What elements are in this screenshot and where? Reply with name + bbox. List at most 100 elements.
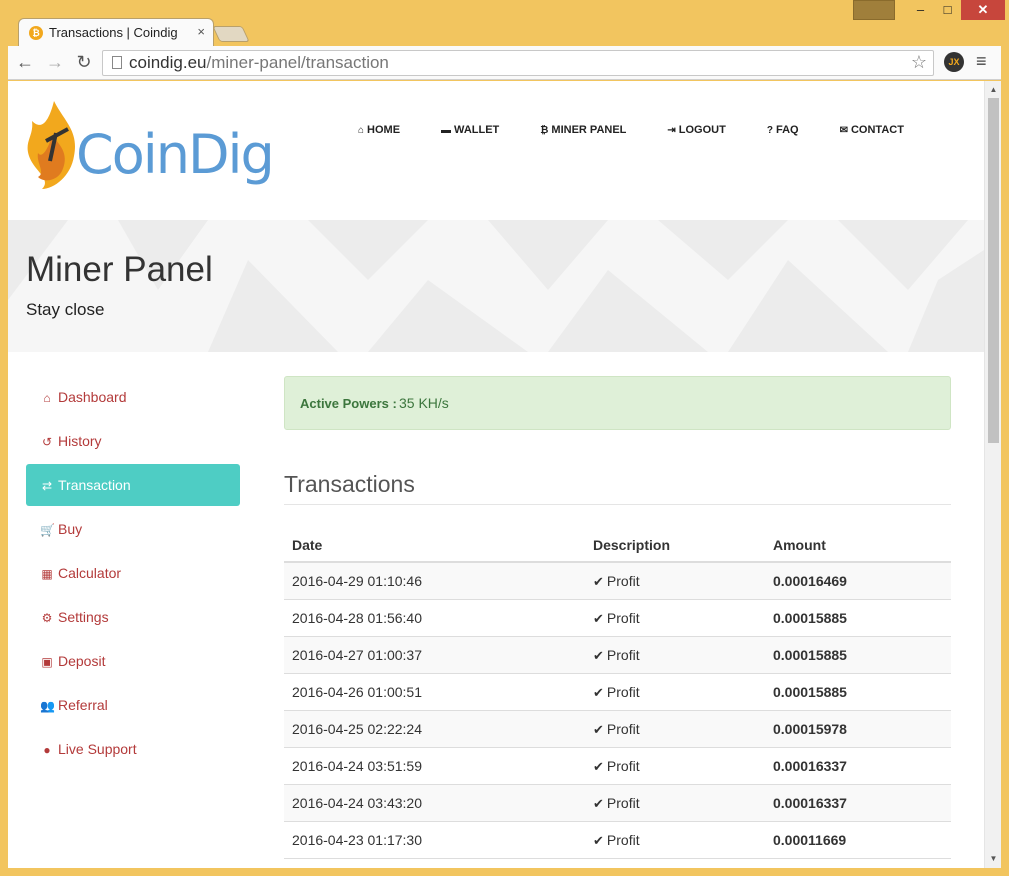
browser-menu-icon[interactable]: ≡ xyxy=(976,51,987,72)
table-header: Date Description Amount xyxy=(284,525,951,563)
table-row: 2016-04-24 03:43:20 ✔ Profit 0.00016337 xyxy=(284,785,951,822)
coindig-logo[interactable]: CoinDig xyxy=(24,101,275,191)
tab-title: Transactions | Coindig xyxy=(49,25,178,40)
active-powers-alert: Active Powers : 35 KH/s xyxy=(284,376,951,430)
nav-logout[interactable]: ⇥ LOGOUT xyxy=(667,124,725,136)
transactions-heading: Transactions xyxy=(284,471,415,497)
tab-strip: ₿ Transactions | Coindig × – □ ✕ xyxy=(0,0,1009,46)
new-tab-button[interactable] xyxy=(212,26,250,42)
row-date: 2016-04-24 03:51:59 xyxy=(292,758,422,774)
description-text: Profit xyxy=(606,721,640,737)
nav-label: LOGOUT xyxy=(678,124,726,136)
bitcoin-favicon-icon: ₿ xyxy=(29,26,43,40)
sidebar-item-label: Live Support xyxy=(58,741,137,757)
table-row: 2016-04-25 02:22:24 ✔ Profit 0.00015978 xyxy=(284,711,951,748)
page-banner: Miner Panel Stay close xyxy=(8,220,984,352)
bookmark-star-icon[interactable]: ☆ xyxy=(911,52,927,73)
sidebar-item-history[interactable]: ↺ History xyxy=(26,419,240,463)
active-powers-label: Active Powers : xyxy=(300,396,397,411)
logo-text: CoinDig xyxy=(76,123,275,186)
sidebar-item-buy[interactable]: 🛒 Buy xyxy=(26,507,240,551)
row-description: ✔ Profit xyxy=(593,573,640,590)
table-row: 2016-04-24 03:51:59 ✔ Profit 0.00016337 xyxy=(284,748,951,785)
sidebar-item-transaction[interactable]: ⇄ Transaction xyxy=(26,464,240,506)
row-date: 2016-04-23 01:17:30 xyxy=(292,832,422,848)
nav-label: WALLET xyxy=(454,124,500,136)
url-host: coindig.eu xyxy=(129,53,207,72)
check-icon: ✔ xyxy=(593,574,604,589)
table-row: 2016-04-23 01:17:30 ✔ Profit 0.00011669 xyxy=(284,822,951,859)
nav-label: FAQ xyxy=(775,124,799,136)
description-text: Profit xyxy=(606,832,640,848)
sidebar-item-live-support[interactable]: ● Live Support xyxy=(26,727,240,771)
description-text: Profit xyxy=(606,795,640,811)
nav-label: HOME xyxy=(367,124,401,136)
scrollbar-thumb[interactable] xyxy=(988,98,999,443)
nav-contact[interactable]: ✉ CONTACT xyxy=(840,124,904,136)
page-title: Miner Panel xyxy=(26,250,213,289)
page-subtitle: Stay close xyxy=(26,300,105,319)
sidebar-item-label: Referral xyxy=(58,697,108,713)
browser-window: ₿ Transactions | Coindig × – □ ✕ ← → ↻ c… xyxy=(0,0,1009,876)
sidebar-item-dashboard[interactable]: ⌂ Dashboard xyxy=(26,375,240,419)
row-description: ✔ Profit xyxy=(593,795,640,812)
reload-icon[interactable]: ↻ xyxy=(73,51,95,73)
description-text: Profit xyxy=(606,573,640,589)
address-bar[interactable]: coindig.eu/miner-panel/transaction ☆ xyxy=(102,50,934,76)
tab-close-icon[interactable]: × xyxy=(197,24,205,39)
close-window-button[interactable]: ✕ xyxy=(961,0,1005,20)
sidebar-item-label: Calculator xyxy=(58,565,122,581)
minimize-button[interactable]: – xyxy=(907,0,934,20)
page-icon xyxy=(112,56,122,69)
vertical-scrollbar[interactable]: ▲ ▼ xyxy=(984,81,1001,868)
row-description: ✔ Profit xyxy=(593,684,640,701)
nav-faq[interactable]: ? FAQ xyxy=(767,124,799,136)
gears-icon: ⚙ xyxy=(41,611,53,625)
chat-icon: ● xyxy=(43,743,51,757)
table-row: 2016-04-27 01:00:37 ✔ Profit 0.00015885 xyxy=(284,637,951,674)
description-text: Profit xyxy=(606,610,640,626)
window-controls: – □ ✕ xyxy=(853,0,1005,22)
transactions-table: Date Description Amount 2016-04-29 01:10… xyxy=(284,525,951,859)
table-body: 2016-04-29 01:10:46 ✔ Profit 0.00016469 2… xyxy=(284,563,951,859)
description-text: Profit xyxy=(606,758,640,774)
browser-tab[interactable]: ₿ Transactions | Coindig × xyxy=(18,18,214,46)
sidebar-item-settings[interactable]: ⚙ Settings xyxy=(26,595,240,639)
sidebar-item-referral[interactable]: 👥 Referral xyxy=(26,683,240,727)
home-icon: ⌂ xyxy=(43,391,51,405)
row-date: 2016-04-27 01:00:37 xyxy=(292,647,422,663)
nav-home[interactable]: ⌂ HOME xyxy=(358,124,400,136)
check-icon: ✔ xyxy=(593,796,604,811)
logout-icon: ⇥ xyxy=(667,125,676,136)
maximize-button[interactable]: □ xyxy=(934,0,961,20)
extension-icon[interactable]: JX xyxy=(944,52,964,72)
row-amount: 0.00015885 xyxy=(773,647,847,663)
sidebar-item-label: Deposit xyxy=(58,653,106,669)
calculator-icon: ▦ xyxy=(41,567,53,581)
profile-badge[interactable] xyxy=(853,0,895,20)
main-nav: ⌂ HOME ▬ WALLET ₿ MINER PANEL ⇥ LOGOUT ? FAQ … xyxy=(358,124,904,136)
nav-wallet[interactable]: ▬ WALLET xyxy=(441,124,499,136)
forward-arrow-icon[interactable]: → xyxy=(44,51,66,73)
row-description: ✔ Profit xyxy=(593,832,640,849)
table-row: 2016-04-26 01:00:51 ✔ Profit 0.00015885 xyxy=(284,674,951,711)
sidebar-item-deposit[interactable]: ▣ Deposit xyxy=(26,639,240,683)
scroll-down-arrow-icon[interactable]: ▼ xyxy=(985,852,1001,866)
sidebar-item-calculator[interactable]: ▦ Calculator xyxy=(26,551,240,595)
bitcoin-icon: ₿ xyxy=(540,125,549,136)
column-header-amount: Amount xyxy=(773,537,826,553)
sidebar-item-label: Settings xyxy=(58,609,109,625)
nav-miner-panel[interactable]: ₿ MINER PANEL xyxy=(540,124,626,136)
sidebar-item-label: Buy xyxy=(58,521,83,537)
sidebar-menu: ⌂ Dashboard ↺ History ⇄ Transaction 🛒 Buy ▦ C… xyxy=(26,375,240,771)
scroll-up-arrow-icon[interactable]: ▲ xyxy=(985,83,1001,97)
exchange-icon: ⇄ xyxy=(41,479,53,493)
url-text[interactable]: coindig.eu/miner-panel/transaction xyxy=(129,53,389,73)
sidebar-item-label: Dashboard xyxy=(58,389,127,405)
row-date: 2016-04-25 02:22:24 xyxy=(292,721,422,737)
browser-toolbar: ← → ↻ coindig.eu/miner-panel/transaction… xyxy=(8,46,1001,80)
row-amount: 0.00016337 xyxy=(773,758,847,774)
row-date: 2016-04-29 01:10:46 xyxy=(292,573,422,589)
back-arrow-icon[interactable]: ← xyxy=(14,51,36,73)
sidebar-item-label: Transaction xyxy=(58,477,131,493)
